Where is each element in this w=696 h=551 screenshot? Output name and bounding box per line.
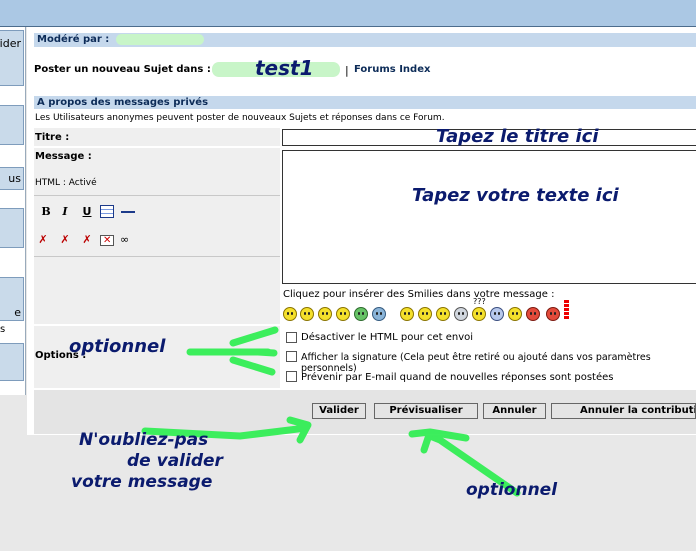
annotation-arrows <box>141 326 521 497</box>
annotation-optional-options: optionnel <box>69 336 166 357</box>
annotation-optional-preview: optionnel <box>466 480 558 500</box>
annotation-validate-line3: votre message <box>71 472 213 492</box>
annotation-validate-line1: N'oubliez-pas <box>79 430 209 450</box>
annotation-validate-line2: de valider <box>127 451 223 471</box>
